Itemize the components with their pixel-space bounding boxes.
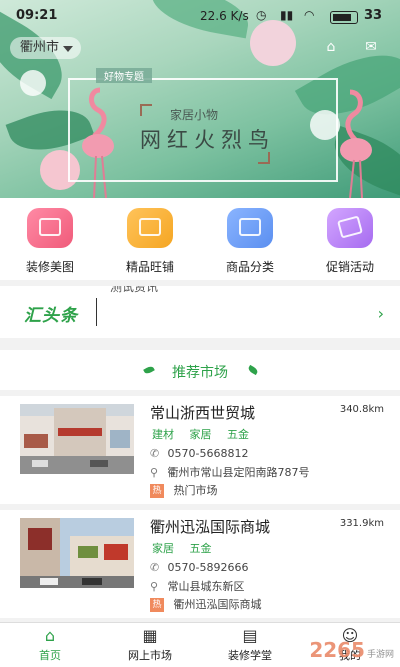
market-phone-row[interactable]: ✆ 0570-5892666 xyxy=(150,561,248,574)
market-name: 衢州迅泓国际商城 xyxy=(150,518,271,536)
market-distance: 340.8km xyxy=(339,404,384,415)
banner-tag: 好物专题 xyxy=(96,68,152,83)
market-hot-text: 衢州迅泓国际商城 xyxy=(173,598,262,611)
menu-item-label: 促销活动 xyxy=(325,260,374,274)
battery-icon xyxy=(330,11,358,24)
market-name: 常山浙西世贸城 xyxy=(150,404,256,422)
menu-item-promotions[interactable]: 促销活动 xyxy=(310,208,390,275)
watermark-site: 手游网 xyxy=(366,650,394,660)
menu-item-label: 商品分类 xyxy=(225,260,274,274)
market-tag: 家居 xyxy=(152,542,174,555)
market-tag: 五金 xyxy=(227,428,249,441)
network-speed: 22.6 K/s xyxy=(200,9,249,23)
chevron-down-icon xyxy=(63,46,74,52)
phone-icon: ✆ xyxy=(150,561,160,574)
list-icon xyxy=(227,208,273,248)
divider xyxy=(96,298,97,326)
banner-subtitle: 家居小物 xyxy=(170,108,219,122)
hot-badge: 热 xyxy=(150,484,164,498)
home-icon: ⌂ xyxy=(44,626,56,645)
market-tag: 五金 xyxy=(189,542,212,555)
menu-item-label: 装修美图 xyxy=(25,260,74,274)
signal-icon: ▮▮ xyxy=(280,8,294,22)
market-tags: 家居 五金 xyxy=(152,540,224,556)
alarm-icon: ◷ xyxy=(256,8,267,22)
city-selector[interactable]: 衢州市 xyxy=(10,37,82,59)
market-address: 常山县城东新区 xyxy=(167,580,245,593)
menu-item-categories[interactable]: 商品分类 xyxy=(210,208,290,275)
market-address-row: ⚲ 衢州市常山县定阳南路787号 xyxy=(150,464,310,480)
promo-banner[interactable]: 09:21 22.6 K/s ◷ ▮▮ ◠ 33 衢州市 ⌂ ✉ 好物专题 家居… xyxy=(0,0,400,198)
ticket-icon xyxy=(327,208,373,248)
watermark: 2265 手游网 xyxy=(309,638,394,662)
shop-icon xyxy=(127,208,173,248)
market-tags: 建材 家居 五金 xyxy=(152,426,261,442)
market-distance: 331.9km xyxy=(339,518,384,529)
headline-bar[interactable]: 汇头条 测试资讯 › xyxy=(0,286,400,338)
market-address: 衢州市常山县定阳南路787号 xyxy=(167,466,310,479)
market-tag: 家居 xyxy=(189,428,212,441)
quick-menu: 装修美图 精品旺铺 商品分类 促销活动 xyxy=(0,198,400,280)
recommend-header: 推荐市场 xyxy=(0,350,400,390)
location-icon: ⚲ xyxy=(150,580,159,593)
market-phone-row[interactable]: ✆ 0570-5668812 xyxy=(150,447,248,460)
message-icon[interactable]: ✉ xyxy=(362,40,380,54)
chevron-right-icon[interactable]: › xyxy=(378,304,384,323)
nav-online-market[interactable]: ▦ 网上市场 xyxy=(100,627,200,663)
market-phone: 0570-5668812 xyxy=(167,447,249,460)
nav-decor-school[interactable]: ▤ 装修学堂 xyxy=(200,627,300,663)
market-address-row: ⚲ 常山县城东新区 xyxy=(150,578,245,594)
wifi-icon: ◠ xyxy=(304,8,315,22)
market-hot-row: 热 热门市场 xyxy=(150,482,218,498)
market-hot-row: 热 衢州迅泓国际商城 xyxy=(150,596,262,612)
market-hot-text: 热门市场 xyxy=(173,484,218,497)
battery-level: 33 xyxy=(364,8,383,23)
market-card[interactable]: 衢州迅泓国际商城 331.9km 家居 五金 ✆ 0570-5892666 ⚲ … xyxy=(0,510,400,618)
book-icon: ▤ xyxy=(242,626,258,645)
menu-item-decor-gallery[interactable]: 装修美图 xyxy=(10,208,90,275)
share-icon[interactable]: ⌂ xyxy=(322,40,340,54)
market-phone: 0570-5892666 xyxy=(167,561,249,574)
flower-decor xyxy=(20,70,46,96)
location-icon: ⚲ xyxy=(150,466,159,479)
menu-item-shops[interactable]: 精品旺铺 xyxy=(110,208,190,275)
nav-label: 网上市场 xyxy=(128,649,172,662)
status-bar: 09:21 22.6 K/s ◷ ▮▮ ◠ 33 xyxy=(0,6,400,28)
market-photo xyxy=(20,518,134,588)
nav-label: 首页 xyxy=(39,649,61,662)
watermark-brand: 2265 xyxy=(309,638,365,662)
image-icon xyxy=(27,208,73,248)
city-label: 衢州市 xyxy=(20,40,60,55)
headline-logo: 汇头条 xyxy=(24,306,78,326)
menu-item-label: 精品旺铺 xyxy=(125,260,174,274)
headline-text: 测试资讯 xyxy=(110,286,159,294)
nav-home[interactable]: ⌂ 首页 xyxy=(0,627,100,663)
building-icon: ▦ xyxy=(142,626,158,645)
market-tag: 建材 xyxy=(152,428,174,441)
status-time: 09:21 xyxy=(16,8,58,23)
market-photo xyxy=(20,404,134,474)
hot-badge: 热 xyxy=(150,598,164,612)
section-title: 推荐市场 xyxy=(172,365,228,381)
nav-label: 装修学堂 xyxy=(228,649,272,662)
banner-title: 网红火烈鸟 xyxy=(140,128,275,152)
market-card[interactable]: 常山浙西世贸城 340.8km 建材 家居 五金 ✆ 0570-5668812 … xyxy=(0,396,400,504)
bracket-decor xyxy=(140,104,152,116)
phone-icon: ✆ xyxy=(150,447,160,460)
